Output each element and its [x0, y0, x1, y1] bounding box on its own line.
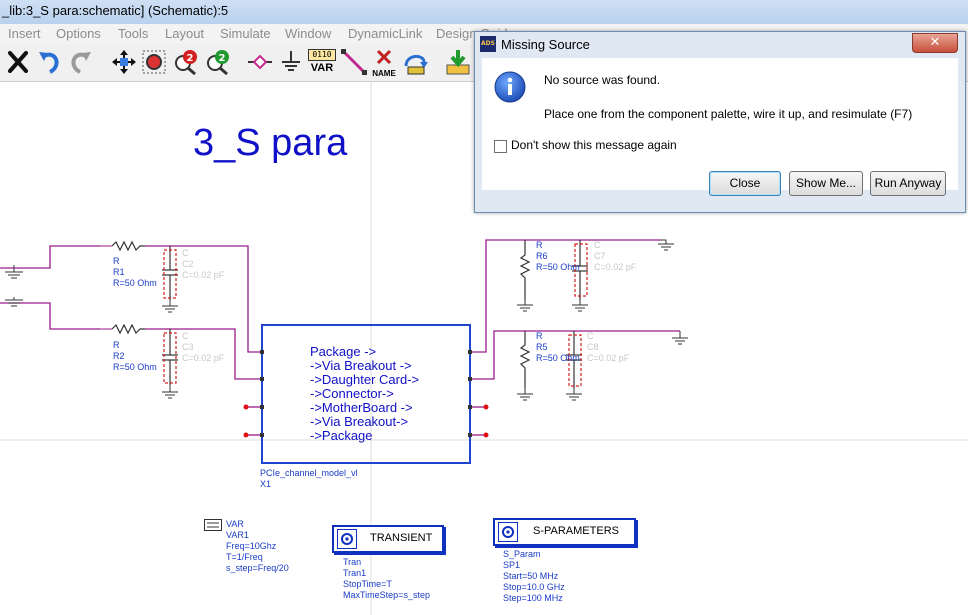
capacitor-type: C: [182, 248, 189, 258]
transient-ref: Tran1: [343, 568, 367, 578]
transient-param: MaxTimeStep=s_step: [343, 590, 430, 600]
capacitor-type: C: [182, 331, 189, 341]
resistor-type: R: [113, 256, 120, 266]
capacitor-type: C: [594, 240, 601, 250]
transient-title: TRANSIENT: [370, 532, 433, 544]
sparam-name: S_Param: [503, 549, 541, 559]
gear-icon: [337, 529, 357, 549]
sparam-param: Stop=10.0 GHz: [503, 582, 565, 592]
close-button[interactable]: Close: [709, 171, 781, 196]
resistor-r2-label[interactable]: R R2 R=50 Ohm: [113, 340, 157, 373]
resistor-r5-label[interactable]: R R5 R=50 Ohm: [536, 331, 580, 364]
var-param: Freq=10Ghz: [226, 541, 277, 551]
capacitor-type: C: [587, 331, 594, 341]
var-block-label[interactable]: VAR VAR1 Freq=10Ghz T=1/Freq s_step=Freq…: [226, 519, 289, 574]
package-line: ->Via Breakout->: [310, 414, 409, 429]
package-line: Package ->: [310, 344, 377, 359]
package-model-label[interactable]: PCIe_channel_model_vl X1: [260, 468, 358, 490]
package-line: ->Via Breakout ->: [310, 358, 412, 373]
var-name: VAR: [226, 519, 244, 529]
sparam-controller[interactable]: S-PARAMETERS: [493, 518, 636, 546]
package-line: ->Daughter Card->: [310, 372, 420, 387]
dont-show-checkbox[interactable]: [494, 140, 507, 153]
package-line: ->Package: [310, 428, 373, 443]
resistor-r6-label[interactable]: R R6 R=50 Ohm: [536, 240, 580, 273]
capacitor-value: C=0.02 pF: [587, 353, 630, 363]
dialog-close-icon[interactable]: ✕: [912, 33, 958, 53]
sparam-title: S-PARAMETERS: [533, 525, 619, 537]
transient-name: Tran: [343, 557, 362, 567]
capacitor-ref: C8: [587, 342, 599, 352]
resistor-value: R=50 Ohm: [113, 278, 157, 288]
resistor-ref: R2: [113, 351, 125, 361]
dialog-message-primary: No source was found.: [544, 73, 661, 87]
capacitor-ref: C2: [182, 259, 194, 269]
sparam-ref: SP1: [503, 560, 521, 570]
transient-param: StopTime=T: [343, 579, 392, 589]
sparam-params: S_Param SP1 Start=50 MHz Stop=10.0 GHz S…: [503, 549, 565, 604]
dont-show-label[interactable]: Don't show this message again: [511, 138, 677, 152]
dialog-title: Missing Source: [501, 37, 590, 52]
sparam-param: Step=100 MHz: [503, 593, 563, 603]
resistor-type: R: [536, 331, 543, 341]
capacitor-value: C=0.02 pF: [182, 353, 225, 363]
resistor-ref: R5: [536, 342, 548, 352]
show-me-button[interactable]: Show Me...: [789, 171, 863, 196]
capacitor-c2-label[interactable]: C C2 C=0.02 pF: [182, 248, 224, 281]
info-icon: [494, 71, 526, 103]
resistor-value: R=50 Ohm: [536, 353, 580, 363]
capacitor-value: C=0.02 pF: [182, 270, 225, 280]
resistor-type: R: [536, 240, 543, 250]
gear-icon: [498, 522, 518, 542]
var-param: T=1/Freq: [226, 552, 263, 562]
var-ref: VAR1: [226, 530, 249, 540]
resistor-r1-label[interactable]: R R1 R=50 Ohm: [113, 256, 157, 289]
capacitor-c3-label[interactable]: C C3 C=0.02 pF: [182, 331, 224, 364]
capacitor-ref: C3: [182, 342, 194, 352]
resistor-value: R=50 Ohm: [536, 262, 580, 272]
capacitor-c7-label[interactable]: C C7 C=0.02 pF: [594, 240, 636, 273]
capacitor-value: C=0.02 pF: [594, 262, 637, 272]
package-ref: X1: [260, 479, 272, 489]
transient-params: Tran Tran1 StopTime=T MaxTimeStep=s_step: [343, 557, 430, 601]
package-line: ->MotherBoard ->: [310, 400, 413, 415]
transient-controller[interactable]: TRANSIENT: [332, 525, 444, 553]
dialog-message-secondary: Place one from the component palette, wi…: [544, 107, 913, 121]
resistor-ref: R1: [113, 267, 125, 277]
var-block-icon[interactable]: [204, 519, 222, 531]
capacitor-ref: C7: [594, 251, 606, 261]
var-param: s_step=Freq/20: [226, 563, 289, 573]
package-line: ->Connector->: [310, 386, 394, 401]
missing-source-dialog: ADS Missing Source ✕ No source was found…: [474, 31, 966, 213]
run-anyway-button[interactable]: Run Anyway: [870, 171, 946, 196]
resistor-type: R: [113, 340, 120, 350]
app-logo-icon: ADS: [480, 36, 496, 52]
resistor-value: R=50 Ohm: [113, 362, 157, 372]
sparam-param: Start=50 MHz: [503, 571, 559, 581]
package-model: PCIe_channel_model_vl: [260, 468, 358, 478]
resistor-ref: R6: [536, 251, 548, 261]
capacitor-c8-label[interactable]: C C8 C=0.02 pF: [587, 331, 629, 364]
schematic-title: 3_S para: [193, 122, 348, 164]
